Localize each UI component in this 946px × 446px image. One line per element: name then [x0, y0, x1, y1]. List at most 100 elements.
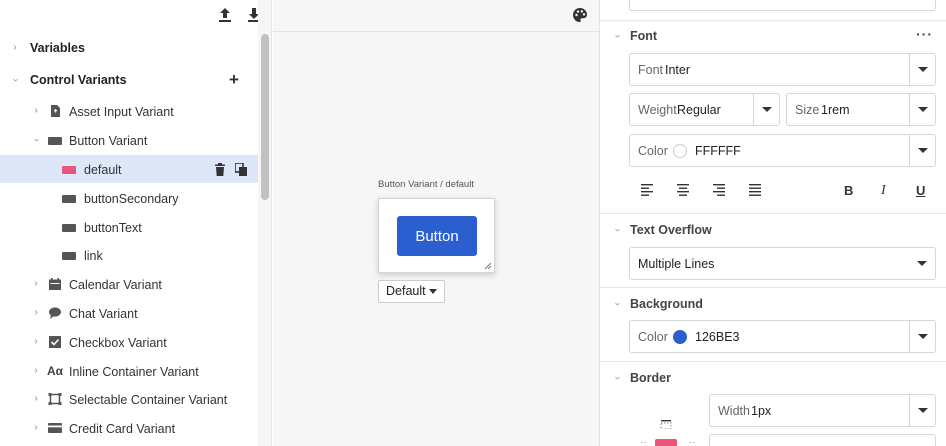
previous-field[interactable]: [629, 0, 936, 11]
resize-handle-icon[interactable]: [484, 262, 492, 270]
tree-item-variables[interactable]: › Variables: [0, 34, 258, 62]
border-section-header[interactable]: › Border: [600, 364, 946, 392]
font-weight-select[interactable]: Weight Regular: [629, 93, 780, 126]
underline-icon[interactable]: U: [916, 183, 925, 198]
button-shape-icon: [48, 137, 62, 145]
background-section-header[interactable]: › Background: [600, 290, 946, 318]
chevron-down-icon[interactable]: ›: [612, 225, 623, 235]
border-side-selector[interactable]: [655, 439, 677, 446]
section-title: Text Overflow: [630, 223, 712, 237]
dropdown-icon[interactable]: [909, 248, 935, 279]
field-label: Size: [795, 103, 820, 117]
chevron-down-icon[interactable]: ›: [612, 31, 623, 41]
preview-canvas: Button Variant / default Button Default: [273, 0, 599, 446]
align-center-icon[interactable]: [676, 184, 690, 196]
tree-item-asset-input-variant[interactable]: › Asset Input Variant: [0, 97, 258, 125]
chevron-right-icon[interactable]: ›: [31, 106, 41, 116]
tree-label: Variables: [30, 41, 85, 55]
dropdown-icon[interactable]: [909, 94, 935, 125]
button-shape-icon: [62, 195, 76, 203]
chevron-right-icon[interactable]: ›: [31, 366, 41, 376]
chevron-down-icon[interactable]: ›: [612, 373, 623, 383]
tree-label: Chat Variant: [69, 307, 138, 321]
dropdown-icon[interactable]: [909, 54, 935, 85]
font-family-select[interactable]: Font Inter: [629, 53, 936, 86]
border-top-icon[interactable]: [660, 419, 672, 429]
chevron-down-icon[interactable]: ›: [612, 299, 623, 309]
bold-icon[interactable]: B: [844, 183, 853, 198]
selectable-frame-icon: [48, 393, 62, 405]
text-aa-icon: Aα: [47, 364, 64, 378]
dropdown-icon[interactable]: [909, 135, 935, 166]
align-right-icon[interactable]: [712, 184, 726, 196]
tree-item-chat-variant[interactable]: › Chat Variant: [0, 299, 258, 327]
preview-button[interactable]: Button: [397, 216, 477, 256]
variant-state-select[interactable]: Default: [378, 280, 445, 303]
color-swatch[interactable]: [673, 330, 687, 344]
tree-label: Inline Container Variant: [69, 365, 199, 379]
border-right-icon[interactable]: ··: [689, 437, 696, 446]
dropdown-icon[interactable]: [909, 395, 935, 426]
tree-item-checkbox-variant[interactable]: › Checkbox Variant: [0, 328, 258, 356]
panel-toolbar: [0, 0, 260, 30]
field-label: Font: [638, 63, 664, 77]
variant-state-value: Default: [386, 284, 426, 298]
italic-icon[interactable]: I: [881, 183, 886, 199]
tree-label: Button Variant: [69, 134, 148, 148]
field-value: FFFFFF: [695, 144, 741, 158]
field-label: Weight: [638, 103, 677, 117]
trash-icon[interactable]: [214, 163, 226, 176]
tree-label: Checkbox Variant: [69, 336, 167, 350]
text-overflow-section-header[interactable]: › Text Overflow: [600, 216, 946, 244]
tree-item-link[interactable]: link: [0, 241, 258, 269]
font-section-header[interactable]: › Font ···: [600, 22, 946, 50]
tree-item-default[interactable]: default: [0, 155, 258, 183]
field-value: Multiple Lines: [638, 257, 715, 271]
divider: [600, 287, 946, 288]
chevron-right-icon[interactable]: ›: [31, 394, 41, 404]
background-color-select[interactable]: Color 126BE3: [629, 320, 936, 353]
border-style-select[interactable]: [709, 434, 936, 446]
tree-scrollbar[interactable]: [258, 0, 272, 446]
field-value: 126BE3: [695, 330, 740, 344]
field-value: 1rem: [821, 103, 850, 117]
font-size-select[interactable]: Size 1rem: [786, 93, 936, 126]
border-left-icon[interactable]: ··: [640, 437, 647, 446]
border-width-select[interactable]: Width 1px: [709, 394, 936, 427]
section-title: Border: [630, 371, 671, 385]
tree-item-inline-container-variant[interactable]: › Aα Inline Container Variant: [0, 357, 258, 385]
tree-item-control-variants[interactable]: › Control Variants +: [0, 66, 258, 94]
chevron-down-icon[interactable]: ›: [10, 75, 21, 85]
align-left-icon[interactable]: [640, 184, 654, 196]
upload-icon[interactable]: [217, 7, 233, 23]
preview-card: Button: [378, 198, 495, 273]
tree-item-button-variant[interactable]: › Button Variant: [0, 126, 258, 154]
tree-item-credit-card-variant[interactable]: › Credit Card Variant: [0, 414, 258, 442]
tree-item-buttontext[interactable]: buttonText: [0, 213, 258, 241]
tree-label: Control Variants: [30, 73, 127, 87]
chevron-right-icon[interactable]: ›: [31, 308, 41, 318]
dropdown-icon[interactable]: [753, 94, 779, 125]
font-color-select[interactable]: Color FFFFFF: [629, 134, 936, 167]
dropdown-icon[interactable]: [909, 321, 935, 352]
more-options-icon[interactable]: ···: [916, 26, 933, 42]
color-swatch[interactable]: [673, 144, 687, 158]
copy-icon[interactable]: [235, 163, 247, 176]
palette-icon[interactable]: [572, 7, 588, 23]
button-shape-icon: [62, 224, 76, 232]
align-justify-icon[interactable]: [748, 184, 762, 196]
chevron-right-icon[interactable]: ›: [31, 279, 41, 289]
chevron-right-icon[interactable]: ›: [31, 337, 41, 347]
tree-label: Calendar Variant: [69, 278, 162, 292]
tree-item-buttonsecondary[interactable]: buttonSecondary: [0, 184, 258, 212]
tree-item-selectable-container-variant[interactable]: › Selectable Container Variant: [0, 385, 258, 413]
chevron-right-icon[interactable]: ›: [10, 43, 20, 53]
button-shape-icon: [62, 166, 76, 174]
properties-panel: › Font ··· Font Inter Weight Regular Siz…: [599, 0, 946, 446]
scrollbar-thumb[interactable]: [261, 34, 269, 200]
chevron-down-icon[interactable]: ›: [31, 135, 42, 145]
tree-item-calendar-variant[interactable]: › Calendar Variant: [0, 270, 258, 298]
chevron-right-icon[interactable]: ›: [31, 423, 41, 433]
add-variant-button[interactable]: +: [229, 71, 239, 88]
text-overflow-select[interactable]: Multiple Lines: [629, 247, 936, 280]
